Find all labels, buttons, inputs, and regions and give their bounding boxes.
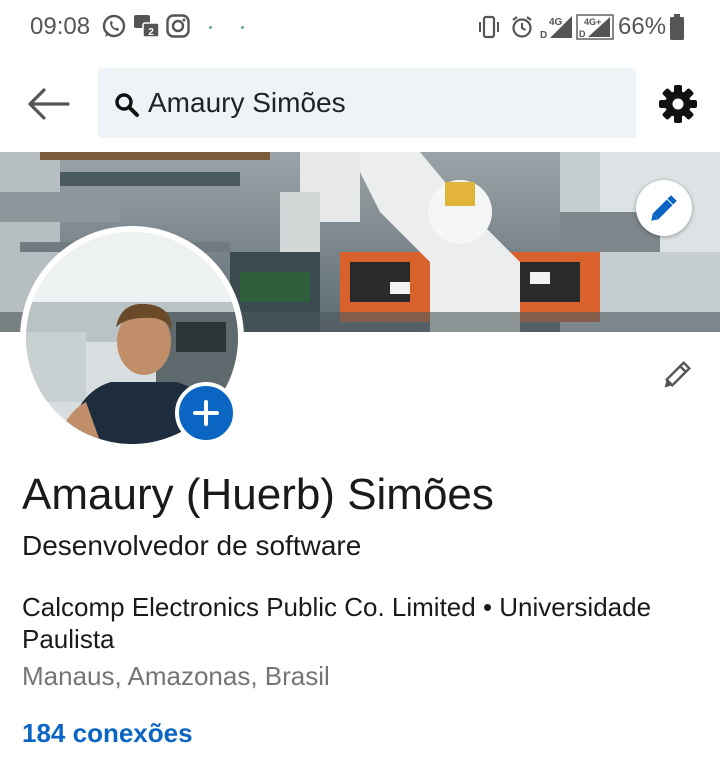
profile-location: Manaus, Amazonas, Brasil — [22, 661, 330, 691]
arrow-left-icon — [28, 88, 70, 120]
instagram-icon — [166, 14, 190, 38]
search-query: Amaury Simões — [148, 87, 346, 118]
pencil-icon — [651, 195, 677, 221]
svg-text:4G+: 4G+ — [584, 17, 601, 27]
profile-name: Amaury (Huerb) Simões — [22, 470, 494, 519]
status-bar: 09:08 2 4G D 4G+ D 66% — [0, 0, 720, 56]
pencil-icon — [664, 360, 692, 388]
search-icon — [115, 93, 139, 117]
profile-headline: Desenvolvedor de software — [22, 530, 362, 561]
signal-4g-plus-icon: 4G+ D — [576, 14, 614, 40]
search-bar[interactable]: Amaury Simões — [98, 68, 636, 138]
message-icon: 2 — [134, 15, 160, 38]
edit-profile-button[interactable] — [656, 352, 700, 396]
connections-link[interactable]: 184 conexões — [22, 718, 193, 749]
profile-organizations: Calcomp Electronics Public Co. Limited •… — [22, 592, 652, 654]
svg-text:4G: 4G — [549, 17, 563, 28]
signal-4g-icon: 4G D — [540, 16, 572, 40]
back-button[interactable] — [22, 80, 74, 128]
top-bar: Amaury Simões — [0, 56, 720, 152]
whatsapp-icon — [102, 14, 126, 38]
battery-percent: 66% — [618, 13, 667, 40]
alarm-icon — [512, 16, 532, 38]
svg-text:D: D — [540, 30, 547, 40]
vibrate-icon — [479, 15, 499, 39]
status-dot — [209, 26, 212, 29]
status-dot — [241, 26, 244, 29]
battery-icon — [670, 14, 684, 40]
edit-cover-button[interactable] — [636, 180, 692, 236]
plus-icon — [193, 400, 219, 426]
svg-text:D: D — [579, 29, 586, 39]
settings-button[interactable] — [656, 82, 700, 126]
gear-icon — [659, 85, 697, 123]
status-time: 09:08 — [30, 13, 91, 40]
svg-text:2: 2 — [148, 27, 154, 38]
add-photo-button[interactable] — [175, 382, 237, 444]
